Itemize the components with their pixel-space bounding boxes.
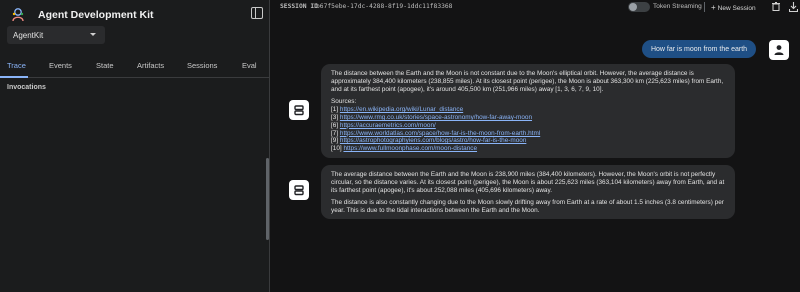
trash-icon[interactable]	[772, 2, 780, 11]
tab-state[interactable]: State	[96, 61, 114, 70]
source-number: [1]	[331, 106, 339, 114]
app-title: Agent Development Kit	[38, 9, 154, 21]
source-number: [6]	[331, 121, 339, 129]
bot-message: The distance between the Earth and the M…	[321, 64, 735, 158]
tab-artifacts[interactable]: Artifacts	[137, 61, 164, 70]
download-icon[interactable]	[789, 2, 798, 12]
token-streaming-label: Token Streaming	[653, 3, 702, 10]
source-link[interactable]: https://www.fullmoonphase.com/moon-dista…	[343, 145, 477, 152]
bot-message-paragraph: The distance is also constantly changing…	[331, 199, 724, 215]
sidebar: Agent Development Kit AgentKit Trace Eve…	[0, 0, 270, 292]
bot-avatar	[289, 180, 309, 200]
source-item: [9] https://astrophotographyiens.com/blo…	[331, 137, 725, 145]
source-link[interactable]: https://accuraemetrics.com/moon/	[340, 122, 436, 129]
bot-message-paragraph: The average distance between the Earth a…	[331, 171, 725, 194]
invocations-label: Invocations	[7, 84, 46, 91]
source-link[interactable]: https://astrophotographyiens.com/blogs/a…	[340, 137, 526, 144]
bot-avatar	[289, 100, 309, 120]
user-avatar	[769, 40, 789, 60]
tab-eval[interactable]: Eval	[242, 61, 257, 70]
top-bar: SESSION ID b67f5ebe-17dc-4288-8f19-1ddc1…	[270, 0, 800, 14]
divider	[704, 2, 705, 12]
source-number: [10]	[331, 145, 342, 153]
bot-message-text: The distance between the Earth and the M…	[331, 70, 724, 93]
app-select[interactable]: AgentKit	[7, 26, 105, 44]
robot-icon	[294, 185, 304, 196]
app-root: Agent Development Kit AgentKit Trace Eve…	[0, 0, 800, 292]
tab-sessions[interactable]: Sessions	[187, 61, 217, 70]
source-item: [3] https://www.rmg.co.uk/stories/space-…	[331, 114, 725, 122]
source-number: [9]	[331, 137, 339, 145]
tab-trace[interactable]: Trace	[7, 61, 26, 70]
sources-label: Sources:	[331, 98, 357, 106]
sidebar-scrollbar[interactable]	[266, 158, 269, 240]
source-link[interactable]: https://www.worldatlas.com/space/how-far…	[340, 130, 540, 137]
toggle-knob	[629, 3, 637, 11]
new-session-label: New Session	[717, 5, 756, 12]
source-item: [1] https://en.wikipedia.org/wiki/Lunar_…	[331, 106, 725, 114]
token-streaming-toggle[interactable]	[628, 2, 650, 12]
source-number: [7]	[331, 129, 339, 137]
adk-logo-icon	[12, 8, 24, 22]
sidebar-tabs: Trace Events State Artifacts Sessions Ev…	[0, 56, 269, 78]
user-message: How far is moon from the earth	[642, 40, 756, 58]
source-link[interactable]: https://www.rmg.co.uk/stories/space-astr…	[340, 114, 532, 121]
source-item: [6] https://accuraemetrics.com/moon/	[331, 122, 725, 130]
source-link[interactable]: https://en.wikipedia.org/wiki/Lunar_dist…	[340, 106, 463, 113]
brand: Agent Development Kit	[10, 6, 154, 24]
source-item: [7] https://www.worldatlas.com/space/how…	[331, 130, 725, 138]
source-item: [10] https://www.fullmoonphase.com/moon-…	[331, 145, 725, 153]
app-select-value: AgentKit	[13, 30, 44, 40]
person-icon	[774, 45, 784, 55]
tab-events[interactable]: Events	[49, 61, 72, 70]
chevron-down-icon	[90, 33, 96, 36]
robot-icon	[294, 105, 304, 116]
plus-icon: +	[711, 3, 716, 12]
active-tab-indicator	[0, 76, 28, 78]
new-session-button[interactable]: + New Session	[711, 3, 756, 12]
bot-message: The average distance between the Earth a…	[321, 165, 735, 219]
source-number: [3]	[331, 113, 339, 121]
session-id-value: b67f5ebe-17dc-4288-8f19-1ddc11f83368	[316, 3, 453, 10]
session-id-label: SESSION ID	[280, 3, 318, 10]
sidebar-toggle-icon[interactable]	[251, 7, 263, 19]
